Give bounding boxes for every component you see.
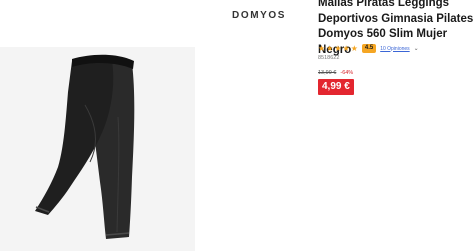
discount-badge: -64% — [340, 70, 354, 76]
half-star-icon: ★ — [350, 43, 358, 53]
star-icon: ★ — [326, 43, 334, 53]
rating-row: ★ ★ ★ ★ ★ 4.5 10 Opiniones ⌄ — [318, 44, 419, 53]
reviews-link[interactable]: 10 Opiniones — [380, 46, 409, 52]
star-icon: ★ — [334, 43, 342, 53]
rating-score-badge: 4.5 — [361, 44, 377, 53]
star-icon: ★ — [318, 43, 326, 53]
current-price: 4,99 € — [318, 79, 354, 95]
product-image[interactable] — [0, 47, 195, 251]
leggings-product-image — [35, 54, 135, 240]
chevron-down-icon[interactable]: ⌄ — [414, 46, 419, 52]
old-price-row: 13,99 € -64% — [318, 70, 353, 76]
brand-logo[interactable]: DOMYOS — [232, 10, 286, 21]
star-icon: ★ — [342, 43, 350, 53]
product-reference: 8518622 — [318, 55, 340, 61]
old-price: 13,99 € — [318, 70, 337, 76]
star-rating: ★ ★ ★ ★ ★ — [318, 43, 358, 53]
